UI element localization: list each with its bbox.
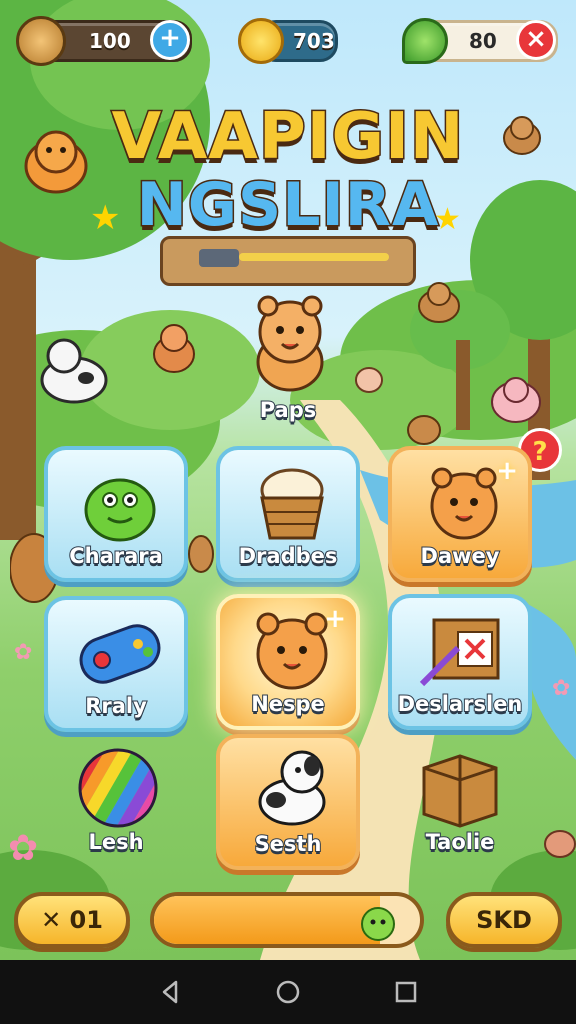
hamster-icon: [430, 467, 498, 540]
flower-icon: ✿: [14, 640, 33, 665]
featured-hamster[interactable]: [244, 288, 336, 394]
add-wood-button[interactable]: +: [150, 20, 190, 60]
tile-deslarslen[interactable]: Deslarslen: [388, 594, 532, 730]
close-icon: ×: [525, 24, 547, 54]
right-action-button[interactable]: SKD: [446, 892, 562, 948]
plus-icon: +: [159, 23, 181, 53]
squirrel-icon: [503, 116, 541, 155]
small-animal-icon: [355, 367, 383, 393]
featured-label: Paps: [259, 397, 318, 423]
hamster-icon: [256, 612, 328, 690]
tile-label: Rraly: [84, 693, 148, 719]
gold-amount: 703: [293, 29, 335, 53]
home-icon[interactable]: [274, 978, 302, 1006]
chipmunk-icon: [188, 535, 214, 573]
tile-label: Taolie: [425, 829, 496, 855]
tile-label: Dawey: [420, 543, 501, 569]
star-icon: ★: [90, 198, 121, 238]
tile-nespe[interactable]: + Nespe: [216, 594, 360, 730]
puppy-icon: [418, 282, 460, 323]
title-plank: [160, 236, 416, 286]
tile-label: Dradbes: [238, 543, 339, 569]
rainbow-ball-icon: [78, 748, 158, 828]
tile-label: Sesth: [254, 831, 323, 857]
game-scene: 100 + 703 80 × VAAPIGIN NGSLIRA ★ ★ ✿ ✿ …: [0, 0, 576, 960]
cow-icon: [40, 338, 108, 404]
flower-icon: ✿: [552, 676, 571, 701]
key-icon: [199, 249, 239, 267]
gamepad-icon: [79, 624, 161, 684]
flower-icon: ✿: [8, 828, 39, 869]
tiger-cub-icon: [24, 130, 88, 194]
fox-icon: [153, 324, 195, 373]
mouse-icon: [544, 830, 576, 858]
tile-charara[interactable]: Charara: [44, 446, 188, 582]
progress-fill: [154, 896, 381, 944]
tile-taolie[interactable]: Taolie: [388, 740, 532, 870]
system-navigation-bar: [0, 960, 576, 1024]
tile-sesth[interactable]: Sesth: [216, 734, 360, 870]
tile-label: Lesh: [87, 829, 144, 855]
tile-label: Deslarslen: [397, 691, 524, 717]
back-icon[interactable]: [156, 978, 184, 1006]
tile-rraly[interactable]: Rraly: [44, 596, 188, 732]
star-icon: ★: [434, 202, 461, 237]
plus-icon: +: [324, 604, 346, 634]
tile-label: Nespe: [250, 691, 326, 717]
green-monster-icon: [84, 478, 156, 542]
crate-icon: [419, 618, 500, 687]
left-action-button[interactable]: ✕ 01: [14, 892, 130, 948]
green-monster-icon: [361, 907, 395, 941]
puppy-icon: [258, 750, 326, 826]
gold-coin-icon: [238, 18, 284, 64]
gem-amount: 80: [469, 29, 497, 53]
green-gem-icon: [402, 18, 448, 64]
bread-coin-icon: [16, 16, 66, 66]
wood-amount: 100: [89, 29, 131, 53]
recents-icon[interactable]: [392, 978, 420, 1006]
title-text-2: NGSLIRA: [135, 169, 440, 242]
tile-label: Charara: [68, 543, 164, 569]
tile-dradbes[interactable]: Dradbes: [216, 446, 360, 582]
chest-icon: [422, 754, 498, 828]
plus-icon: +: [496, 456, 518, 486]
cream-basket-icon: [260, 468, 324, 540]
close-button[interactable]: ×: [516, 20, 556, 60]
title-text-1: VAAPIGIN: [110, 99, 465, 176]
tile-lesh[interactable]: Lesh: [44, 740, 188, 870]
tile-dawey[interactable]: + Dawey: [388, 446, 532, 582]
